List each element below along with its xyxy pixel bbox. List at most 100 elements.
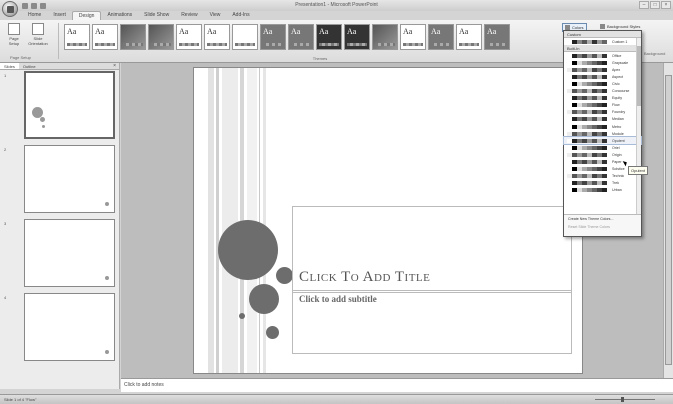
- scrollbar-thumb[interactable]: [665, 75, 672, 365]
- color-scheme-label: Office: [612, 53, 622, 58]
- circle-decoration: [105, 350, 109, 354]
- theme-thumbnail[interactable]: [148, 24, 174, 50]
- color-scheme-paper[interactable]: Paper: [564, 159, 641, 166]
- background-styles-button[interactable]: Background Styles: [600, 24, 640, 30]
- subtitle-text: Click to add subtitle: [299, 294, 377, 304]
- close-button[interactable]: ×: [661, 1, 671, 9]
- tab-view[interactable]: View: [204, 11, 227, 20]
- theme-thumbnail[interactable]: [120, 24, 146, 50]
- color-scheme-foundry[interactable]: Foundry: [564, 109, 641, 116]
- color-scheme-urban[interactable]: Urban: [564, 187, 641, 194]
- color-scheme-label: Origin: [612, 152, 622, 157]
- slide-thumbnail-2[interactable]: [24, 145, 115, 213]
- theme-thumbnail[interactable]: Aa: [64, 24, 90, 50]
- color-scheme-label: Technic: [612, 174, 625, 179]
- color-scheme-office[interactable]: Office: [564, 52, 641, 59]
- powerpoint-window: Presentation1 - Microsoft PowerPoint – □…: [0, 0, 673, 404]
- slide-orientation-icon: [32, 23, 44, 35]
- color-scheme-label: Apex: [612, 67, 621, 72]
- create-new-theme-colors-link[interactable]: Create New Theme Colors...: [564, 215, 641, 223]
- color-scheme-custom-1[interactable]: Custom 1: [564, 38, 641, 45]
- color-scheme-label: Solstice: [612, 167, 625, 172]
- color-scheme-label: Civic: [612, 82, 620, 87]
- color-scheme-label: Median: [612, 117, 624, 122]
- zoom-slider[interactable]: [575, 397, 665, 402]
- theme-thumbnail[interactable]: Aa: [428, 24, 454, 50]
- theme-thumbnail[interactable]: [372, 24, 398, 50]
- close-icon[interactable]: ×: [113, 63, 119, 69]
- theme-thumbnail[interactable]: Aa: [260, 24, 286, 50]
- ribbon-tabs: Home Insert Design Animations Slide Show…: [22, 11, 256, 20]
- slide-thumbnail-3[interactable]: [24, 219, 115, 287]
- tab-insert[interactable]: Insert: [47, 11, 72, 20]
- color-scheme-metro[interactable]: Metro: [564, 123, 641, 130]
- circle-decoration: [218, 220, 278, 280]
- tab-design[interactable]: Design: [71, 11, 102, 20]
- color-scheme-label: Foundry: [612, 110, 626, 115]
- color-scheme-label: Grayscale: [612, 60, 629, 65]
- color-scheme-grayscale[interactable]: Grayscale: [564, 59, 641, 66]
- color-scheme-oriel[interactable]: Oriel: [564, 144, 641, 151]
- maximize-button[interactable]: □: [650, 1, 660, 9]
- vertical-scrollbar[interactable]: [663, 63, 673, 378]
- theme-thumbnail[interactable]: Aa: [176, 24, 202, 50]
- zoom-knob[interactable]: [621, 397, 624, 402]
- themes-group-label: Themes: [312, 56, 328, 61]
- title-placeholder[interactable]: Click to add title: [292, 206, 572, 293]
- circle-decoration: [276, 267, 293, 284]
- tab-animations[interactable]: Animations: [101, 11, 138, 20]
- notes-placeholder: Click to add notes: [124, 382, 164, 388]
- slide-thumbnail-4[interactable]: [24, 293, 115, 361]
- page-setup-button[interactable]: Page Setup: [4, 23, 24, 51]
- theme-thumbnail[interactable]: [232, 24, 258, 50]
- slide-orientation-button[interactable]: Slide Orientation: [28, 23, 48, 51]
- theme-thumbnail[interactable]: Aa: [484, 24, 510, 50]
- color-scheme-median[interactable]: Median: [564, 116, 641, 123]
- tab-add-ins[interactable]: Add-Ins: [226, 11, 255, 20]
- dropdown-scrollbar[interactable]: [636, 38, 641, 216]
- office-button[interactable]: [2, 1, 18, 17]
- color-scheme-flow[interactable]: Flow: [564, 102, 641, 109]
- notes-pane[interactable]: Click to add notes: [121, 378, 673, 392]
- swatch-strip: [567, 110, 607, 115]
- swatch-strip: [567, 160, 607, 165]
- theme-thumbnail[interactable]: Aa: [92, 24, 118, 50]
- color-scheme-trek[interactable]: Trek: [564, 180, 641, 187]
- color-scheme-label: Paper: [612, 160, 622, 165]
- color-scheme-opulent[interactable]: Opulent: [563, 136, 642, 146]
- theme-thumbnail[interactable]: Aa: [204, 24, 230, 50]
- decorative-stripe: [222, 68, 238, 373]
- swatch-strip: [567, 188, 607, 193]
- color-scheme-label: Flow: [612, 103, 620, 108]
- page-setup-label: Page Setup: [8, 36, 20, 46]
- subtitle-placeholder[interactable]: Click to add subtitle: [292, 290, 572, 354]
- tab-home[interactable]: Home: [22, 11, 47, 20]
- theme-thumbnail[interactable]: Aa: [344, 24, 370, 50]
- color-scheme-civic[interactable]: Civic: [564, 80, 641, 87]
- color-scheme-origin[interactable]: Origin: [564, 151, 641, 158]
- color-scheme-concourse[interactable]: Concourse: [564, 88, 641, 95]
- color-scheme-equity[interactable]: Equity: [564, 95, 641, 102]
- tab-outline[interactable]: Outline: [19, 63, 40, 69]
- color-scheme-aspect[interactable]: Aspect: [564, 73, 641, 80]
- themes-gallery: Aa Aa Aa Aa Aa Aa Aa Aa Aa Aa Aa Aa: [64, 24, 510, 54]
- theme-thumbnail[interactable]: Aa: [316, 24, 342, 50]
- minimize-button[interactable]: –: [639, 1, 649, 9]
- tab-slides[interactable]: Slides: [0, 63, 19, 69]
- slides-pane: Slides Outline × 1 2 3 4: [0, 63, 120, 389]
- slide-canvas[interactable]: Click to add title Click to add subtitle: [193, 67, 583, 374]
- theme-thumbnail[interactable]: Aa: [400, 24, 426, 50]
- reset-theme-colors-link: Reset Slide Theme Colors: [568, 225, 610, 229]
- tab-review[interactable]: Review: [175, 11, 203, 20]
- swatch-strip: [567, 181, 607, 186]
- slide-number: 3: [4, 221, 7, 226]
- circle-decoration: [105, 202, 109, 206]
- color-scheme-apex[interactable]: Apex: [564, 66, 641, 73]
- circle-decoration: [42, 125, 45, 128]
- slide-thumbnail-1[interactable]: [24, 71, 115, 139]
- color-scheme-module[interactable]: Module: [564, 130, 641, 137]
- divider: [58, 23, 59, 59]
- tab-slide-show[interactable]: Slide Show: [138, 11, 175, 20]
- theme-thumbnail[interactable]: Aa: [288, 24, 314, 50]
- theme-thumbnail[interactable]: Aa: [456, 24, 482, 50]
